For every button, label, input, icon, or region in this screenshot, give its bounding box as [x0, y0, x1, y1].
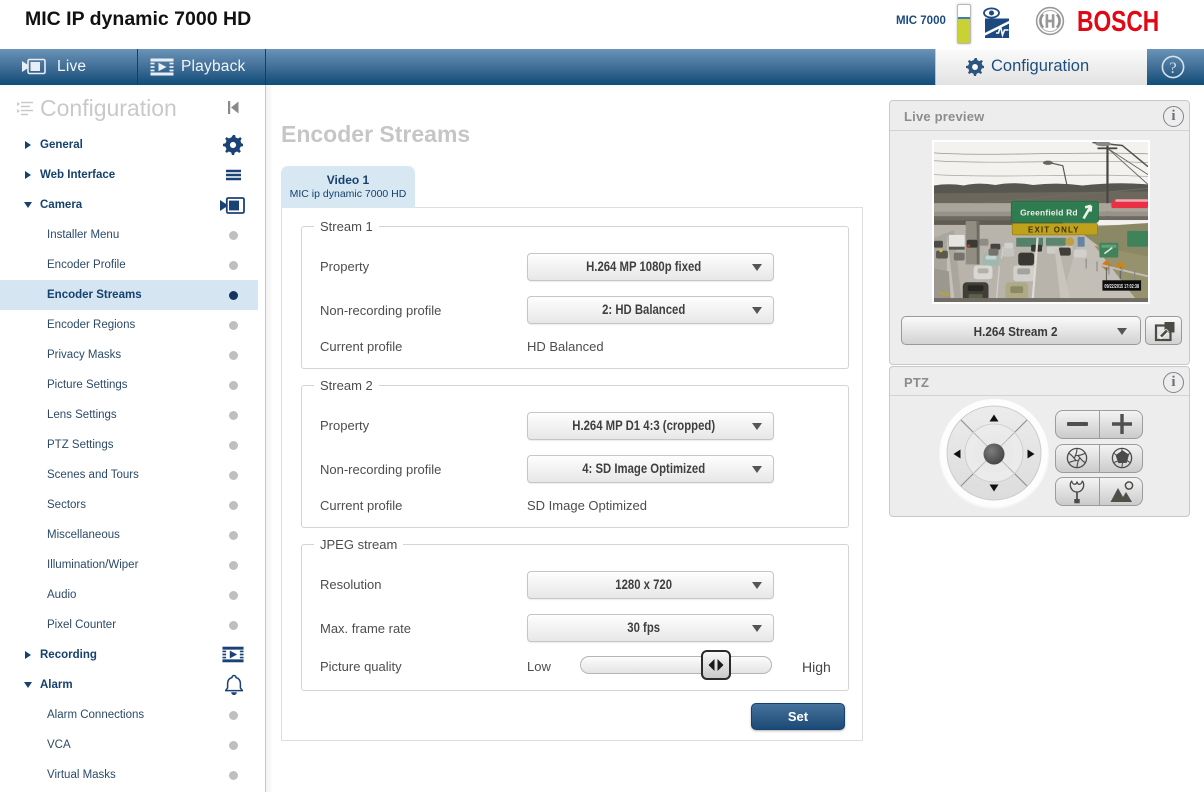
svg-text:?: ? [1169, 60, 1176, 77]
svg-text:EXIT ONLY: EXIT ONLY [1028, 225, 1080, 234]
svg-text:09/22/2015 17:02:38: 09/22/2015 17:02:38 [1104, 284, 1139, 290]
svg-text:Greenfield Rd: Greenfield Rd [1020, 208, 1078, 218]
